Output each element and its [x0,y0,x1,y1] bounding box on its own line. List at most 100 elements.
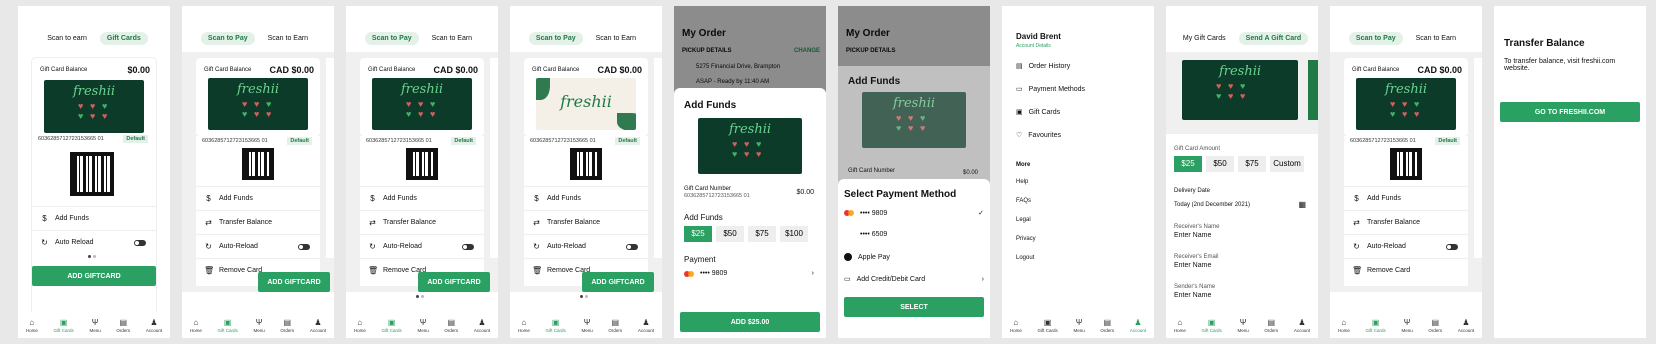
nav-home[interactable]: ⌂ Home [1338,318,1350,333]
transfer-balance-row[interactable]: ⇄ Transfer Balance [524,210,648,234]
tab-scan-to-earn[interactable]: Scan to Earn [589,32,643,45]
add-card-option[interactable]: ▭ Add Credit/Debit Card › [844,275,984,284]
nav-menu[interactable]: Ψ Menu [253,318,264,333]
nav-account[interactable]: ♟ Account [1458,318,1474,333]
add-funds-row[interactable]: $ Add Funds [360,186,484,210]
more-menu-item[interactable]: Privacy [1016,236,1036,242]
nav-menu[interactable]: Ψ Menu [1237,318,1248,333]
auto-reload-toggle[interactable] [462,243,474,250]
nav-gift-cards[interactable]: ▣ Gift Cards [1202,318,1222,333]
auto-reload-toggle[interactable] [134,239,146,246]
nav-gift-cards[interactable]: ▣ Gift Cards [382,318,402,333]
nav-orders[interactable]: ▤ Orders [1428,318,1442,333]
nav-home[interactable]: ⌂ Home [354,318,366,333]
nav-gift-cards[interactable]: ▣ Gift Cards [54,318,74,333]
go-to-freshii-button[interactable]: GO TO FRESHII.COM [1500,102,1640,122]
delivery-date-input[interactable]: Today (2nd December 2021) [1174,202,1250,208]
select-button[interactable]: SELECT [844,297,984,317]
nav-account[interactable]: ♟ Account [1294,318,1310,333]
auto-reload-row[interactable]: ↻ Auto-Reload [1344,234,1468,258]
payment-card-row[interactable]: •••• 9809 › [684,270,814,277]
nav-home[interactable]: ⌂ Home [1010,318,1022,333]
tab-scan-to-earn[interactable]: Scan to Earn [425,32,479,45]
add-funds-row[interactable]: $ Add Funds [32,206,156,230]
nav-account[interactable]: ♟ Account [638,318,654,333]
gift-card-image[interactable]: freshii ♥ ♥ ♥ ♥ ♥ ♥ [44,80,144,133]
gift-card-image[interactable]: freshii ♥ ♥ ♥ ♥ ♥ ♥ [208,78,308,130]
auto-reload-toggle[interactable] [298,243,310,250]
account-details-link[interactable]: Account Details [1016,43,1051,49]
nav-gift-cards[interactable]: ▣ Gift Cards [546,318,566,333]
tab-scan-to-pay[interactable]: Scan to Pay [200,32,255,45]
amount-option[interactable]: $100 [780,226,808,242]
tab-scan-to-earn[interactable]: Scan to Earn [261,32,315,45]
nav-menu[interactable]: Ψ Menu [417,318,428,333]
more-menu-item[interactable]: Legal [1016,217,1031,223]
add-amount-button[interactable]: ADD $25.00 [680,312,820,332]
auto-reload-toggle[interactable] [626,243,638,250]
nav-menu[interactable]: Ψ Menu [89,318,100,333]
auto-reload-row[interactable]: ↻ Auto-Reload [360,234,484,258]
remove-card-row[interactable]: 🗑 Remove Card [1344,258,1468,282]
tab-my-gift-cards[interactable]: My Gift Cards [1176,32,1233,45]
card-6509-option[interactable]: •••• 6509 [844,231,887,238]
nav-home[interactable]: ⌂ Home [518,318,530,333]
add-giftcard-button[interactable]: ADD GIFTCARD [418,272,490,292]
tab-send-gift-card[interactable]: Send A Gift Card [1238,32,1309,45]
more-menu-item[interactable]: Help [1016,179,1028,185]
nav-orders[interactable]: ▤ Orders [1264,318,1278,333]
account-menu-item[interactable]: ▭ Payment Methods [1016,85,1085,94]
account-menu-item[interactable]: ▣ Gift Cards [1016,108,1060,117]
auto-reload-row[interactable]: ↻ Auto-Reload [196,234,320,258]
gift-card-image[interactable]: freshii ♥ ♥ ♥ ♥ ♥ ♥ [1182,60,1298,120]
nav-orders[interactable]: ▤ Orders [1100,318,1114,333]
tab-scan-to-pay[interactable]: Scan to Pay [364,32,419,45]
add-funds-row[interactable]: $ Add Funds [196,186,320,210]
nav-account[interactable]: ♟ Account [474,318,490,333]
nav-account[interactable]: ♟ Account [1130,318,1146,333]
add-giftcard-button[interactable]: ADD GIFTCARD [582,272,654,292]
add-funds-row[interactable]: $ Add Funds [1344,186,1468,210]
calendar-icon[interactable]: ▦ [1298,200,1306,209]
amount-option[interactable]: Custom [1270,156,1304,172]
amount-option[interactable]: $25 [684,226,712,242]
transfer-balance-row[interactable]: ⇄ Transfer Balance [196,210,320,234]
amount-option[interactable]: $25 [1174,156,1202,172]
nav-gift-cards[interactable]: ▣ Gift Cards [1366,318,1386,333]
amount-option[interactable]: $75 [1238,156,1266,172]
nav-orders[interactable]: ▤ Orders [280,318,294,333]
transfer-balance-row[interactable]: ⇄ Transfer Balance [360,210,484,234]
transfer-balance-row[interactable]: ⇄ Transfer Balance [1344,210,1468,234]
amount-option[interactable]: $75 [748,226,776,242]
receiver-email-input[interactable]: Enter Name [1174,262,1211,269]
sender-name-input[interactable]: Enter Name [1174,292,1211,299]
more-menu-item[interactable]: FAQs [1016,198,1031,204]
nav-home[interactable]: ⌂ Home [26,318,38,333]
gift-card-image[interactable]: freshii [536,78,636,130]
account-menu-item[interactable]: ♡ Favourites [1016,131,1061,140]
nav-account[interactable]: ♟ Account [146,318,162,333]
auto-reload-row[interactable]: ↻ Auto-Reload [524,234,648,258]
card-9809-option[interactable]: •••• 9809 ✓ [844,209,984,217]
add-giftcard-button[interactable]: ADD GIFTCARD [32,266,156,286]
tab-gift-cards[interactable]: Gift Cards [99,32,148,45]
nav-menu[interactable]: Ψ Menu [1073,318,1084,333]
nav-orders[interactable]: ▤ Orders [116,318,130,333]
nav-menu[interactable]: Ψ Menu [581,318,592,333]
apple-pay-option[interactable]: Apple Pay [844,253,890,261]
add-funds-row[interactable]: $ Add Funds [524,186,648,210]
tab-scan-to-earn[interactable]: Scan to earn [40,32,94,45]
gift-card-image[interactable]: freshii ♥ ♥ ♥ ♥ ♥ ♥ [1356,78,1456,130]
receiver-name-input[interactable]: Enter Name [1174,232,1211,239]
auto-reload-toggle[interactable] [1446,243,1458,250]
account-menu-item[interactable]: ▤ Order History [1016,62,1070,71]
add-giftcard-button[interactable]: ADD GIFTCARD [258,272,330,292]
nav-home[interactable]: ⌂ Home [190,318,202,333]
nav-orders[interactable]: ▤ Orders [608,318,622,333]
nav-gift-cards[interactable]: ▣ Gift Cards [218,318,238,333]
tab-scan-to-earn[interactable]: Scan to Earn [1409,32,1463,45]
nav-menu[interactable]: Ψ Menu [1401,318,1412,333]
auto-reload-row[interactable]: ↻ Auto Reload [32,230,156,254]
amount-option[interactable]: $50 [1206,156,1234,172]
more-menu-item[interactable]: Logout [1016,255,1034,261]
